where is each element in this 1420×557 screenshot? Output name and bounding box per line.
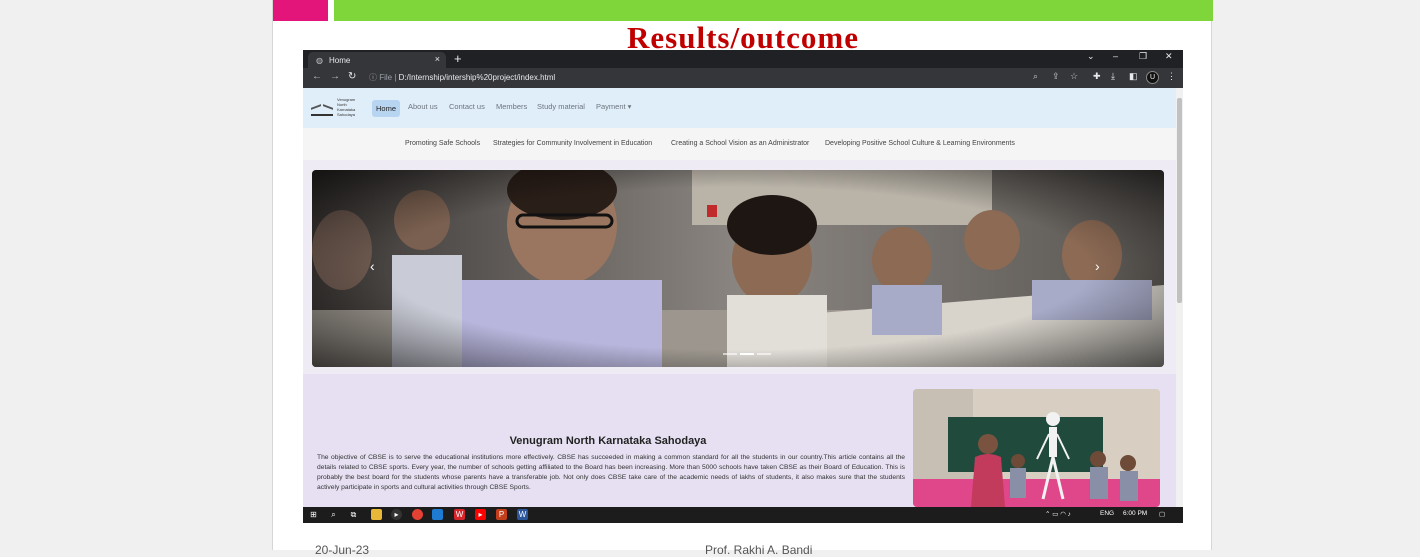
tab-search-icon[interactable]: ⌄ xyxy=(1087,51,1095,62)
url-field[interactable]: ⓘ File | D:/Internship/intership%20proje… xyxy=(369,72,555,83)
nav-home[interactable]: Home xyxy=(372,100,401,117)
subnav-school-culture[interactable]: Developing Positive School Culture & Lea… xyxy=(825,140,1015,147)
subnav-community-involvement[interactable]: Strategies for Community Involvement in … xyxy=(493,140,652,147)
vscode-icon[interactable] xyxy=(432,509,443,520)
carousel-indicators xyxy=(723,353,771,355)
classroom-photo xyxy=(312,170,1164,367)
url-prefix: File | xyxy=(379,73,397,82)
bookmark-star-icon[interactable]: ☆ xyxy=(1070,71,1078,82)
teacher-skeleton-photo xyxy=(913,389,1160,507)
nav-study-material[interactable]: Study material xyxy=(537,102,585,111)
forward-icon[interactable]: → xyxy=(330,71,340,82)
file-explorer-icon[interactable] xyxy=(371,509,382,520)
task-view-icon[interactable]: ⧉ xyxy=(348,509,359,520)
subnav-school-vision[interactable]: Creating a School Vision as an Administr… xyxy=(671,140,809,147)
windows-taskbar: ⊞ ⌕ ⧉ ▸ W ▸ P W ⌃ ▭ ◠ ♪ ENG 6:00 PM ▢ xyxy=(303,507,1183,523)
carousel-next-icon[interactable]: › xyxy=(1095,258,1100,274)
topic-subnav: Promoting Safe Schools Strategies for Co… xyxy=(303,128,1176,160)
browser-tab[interactable]: ◍ Home × xyxy=(308,52,446,68)
classroom-skeleton-photo xyxy=(913,389,1160,507)
web-page: Venugram North Karnataka Sahodaya Home A… xyxy=(303,88,1176,507)
zoom-icon[interactable]: ⌕ xyxy=(1033,71,1038,82)
page-scrollbar[interactable] xyxy=(1176,88,1183,507)
share-icon[interactable]: ⇪ xyxy=(1052,71,1060,82)
download-icon[interactable]: ⤓ xyxy=(1111,71,1115,82)
carousel-indicator[interactable] xyxy=(723,353,737,355)
back-icon[interactable]: ← xyxy=(312,71,322,82)
new-tab-icon[interactable]: + xyxy=(454,51,462,66)
carousel-prev-icon[interactable]: ‹ xyxy=(370,258,375,274)
nav-members[interactable]: Members xyxy=(496,102,527,111)
clock[interactable]: 6:00 PM xyxy=(1123,510,1147,517)
about-text: The objective of CBSE is to serve the ed… xyxy=(317,454,905,491)
subnav-safe-schools[interactable]: Promoting Safe Schools xyxy=(405,140,480,147)
media-player-icon[interactable]: ▸ xyxy=(391,509,402,520)
carousel-image-classroom: ‹ › xyxy=(312,170,1164,367)
side-panel-icon[interactable]: ◧ xyxy=(1129,71,1138,82)
system-tray-icons[interactable]: ⌃ ▭ ◠ ♪ xyxy=(1045,510,1071,518)
book-logo-icon xyxy=(311,102,333,116)
restore-icon[interactable]: ❐ xyxy=(1139,51,1147,62)
windows-start-icon[interactable]: ⊞ xyxy=(308,509,319,520)
carousel-indicator[interactable] xyxy=(757,353,771,355)
info-icon: ⓘ xyxy=(369,73,380,82)
slide-footer-date: 20-Jun-23 xyxy=(315,543,370,557)
close-tab-icon[interactable]: × xyxy=(435,54,440,64)
chrome-icon[interactable] xyxy=(412,509,423,520)
notification-icon[interactable]: ▢ xyxy=(1159,510,1165,518)
site-logo[interactable]: Venugram North Karnataka Sahodaya xyxy=(309,96,359,120)
menu-icon[interactable]: ⋮ xyxy=(1167,71,1176,82)
powerpoint-icon[interactable]: P xyxy=(496,509,507,520)
green-accent-bar xyxy=(334,0,1213,21)
reload-icon[interactable]: ↻ xyxy=(348,71,356,82)
profile-avatar[interactable]: U xyxy=(1146,71,1159,84)
minimize-icon[interactable]: – xyxy=(1113,51,1118,61)
tab-title: Home xyxy=(328,55,351,65)
about-title: Venugram North Karnataka Sahodaya xyxy=(509,435,707,447)
youtube-icon[interactable]: ▸ xyxy=(475,509,486,520)
carousel-indicator[interactable] xyxy=(740,353,754,355)
url-text: D:/Internship/intership%20project/index.… xyxy=(398,73,556,82)
nav-contact[interactable]: Contact us xyxy=(449,102,485,111)
pink-accent-bar xyxy=(273,0,328,21)
scrollbar-thumb[interactable] xyxy=(1177,98,1182,303)
site-navbar: Venugram North Karnataka Sahodaya Home A… xyxy=(303,88,1176,128)
extensions-icon[interactable]: ✚ xyxy=(1093,71,1101,82)
language-indicator[interactable]: ENG xyxy=(1100,510,1114,517)
nav-about[interactable]: About us xyxy=(408,102,438,111)
browser-screenshot: ◍ Home × + ⌄ – ❐ ✕ ← → ↻ ⓘ File | D:/Int… xyxy=(303,50,1183,523)
about-section: Venugram North Karnataka Sahodaya The ob… xyxy=(303,374,1176,507)
carousel-section: ‹ › xyxy=(303,160,1176,374)
nav-payment-dropdown[interactable]: Payment ▾ xyxy=(596,102,631,111)
wps-icon[interactable]: W xyxy=(454,509,465,520)
logo-text: Venugram North Karnataka Sahodaya xyxy=(337,97,356,117)
browser-tab-bar: ◍ Home × + ⌄ – ❐ ✕ xyxy=(303,50,1183,68)
globe-icon: ◍ xyxy=(316,55,323,65)
close-window-icon[interactable]: ✕ xyxy=(1165,51,1173,62)
search-icon[interactable]: ⌕ xyxy=(328,509,339,520)
word-icon[interactable]: W xyxy=(517,509,528,520)
slide-footer-author: Prof. Rakhi A. Bandi xyxy=(705,543,813,557)
address-bar-row: ← → ↻ ⓘ File | D:/Internship/intership%2… xyxy=(303,68,1183,88)
